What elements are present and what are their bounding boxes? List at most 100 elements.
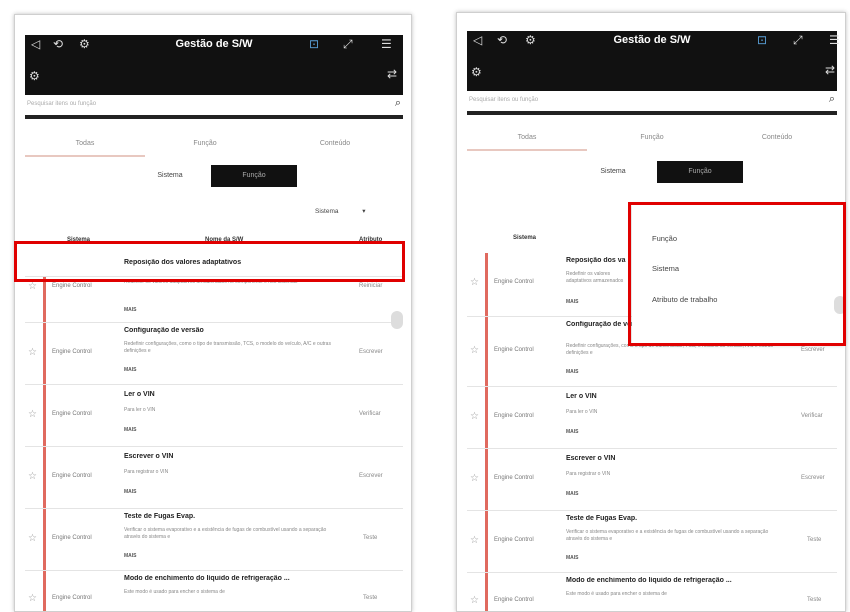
row-accent: [43, 509, 46, 570]
row-accent: [43, 323, 46, 384]
row-system: Engine Control: [494, 347, 534, 353]
tab-bar: Todas Função Conteúdo: [467, 125, 837, 151]
star-icon[interactable]: ☆: [470, 535, 479, 546]
tab-all[interactable]: Todas: [25, 131, 145, 157]
header-system[interactable]: Sistema: [513, 235, 536, 249]
more-link[interactable]: MAIS: [124, 489, 137, 495]
star-icon[interactable]: ☆: [28, 281, 37, 292]
row-type: Escrever: [359, 349, 383, 355]
more-link[interactable]: MAIS: [566, 299, 579, 305]
star-icon[interactable]: ☆: [28, 409, 37, 420]
app-title: Gestão de S/W: [613, 34, 691, 46]
row-desc: Para registrar o VIN: [566, 471, 611, 477]
star-icon[interactable]: ☆: [28, 593, 37, 604]
table-row[interactable]: ☆ Engine Control Redefinir os valores ad…: [25, 277, 403, 323]
more-link[interactable]: MAIS: [566, 429, 579, 435]
row-system: Engine Control: [494, 597, 534, 603]
more-link[interactable]: MAIS: [566, 555, 579, 561]
row-title: Modo de enchimento do líquido de refrige…: [566, 577, 732, 584]
star-icon[interactable]: ☆: [470, 595, 479, 606]
table-row[interactable]: ☆ Engine Control Teste de Fugas Evap. Ve…: [467, 511, 837, 573]
row-title: Configuração de versão: [124, 327, 204, 334]
row-desc: Verificar o sistema evaporativo e a exis…: [124, 527, 327, 540]
table-row[interactable]: ☆ Engine Control Escrever o VIN Para reg…: [467, 449, 837, 511]
segment-function[interactable]: Função: [657, 161, 743, 183]
row-system: Engine Control: [52, 595, 92, 601]
row-system: Engine Control: [52, 349, 92, 355]
more-link[interactable]: MAIS: [124, 307, 137, 313]
table-row[interactable]: ☆ Engine Control Configuração de versão …: [25, 323, 403, 385]
row-accent: [485, 511, 488, 572]
table-row[interactable]: ☆ Engine Control Ler o VIN Para ler o VI…: [467, 387, 837, 449]
row-system: Engine Control: [494, 537, 534, 543]
row-desc: Para ler o VIN: [124, 407, 156, 413]
sort-dropdown-value: Sistema: [315, 208, 339, 215]
segment-system[interactable]: Sistema: [581, 161, 645, 183]
star-icon[interactable]: ☆: [470, 473, 479, 484]
wifi-icon[interactable]: ⊡: [757, 33, 767, 47]
sidebar-icon[interactable]: ⚙: [29, 69, 40, 83]
wifi-icon[interactable]: ⊡: [309, 37, 319, 51]
row-title: Ler o VIN: [124, 391, 155, 398]
segment-system[interactable]: Sistema: [135, 165, 205, 187]
expand-icon[interactable]: ⤢: [343, 37, 353, 51]
expand-icon[interactable]: ⤢: [793, 33, 803, 47]
row-desc: Para ler o VIN: [566, 409, 598, 415]
row-title: Modo de enchimento do líquido de refrige…: [124, 575, 290, 582]
table-row[interactable]: ☆ Engine Control Escrever o VIN Para reg…: [25, 447, 403, 509]
row-type: Teste: [363, 535, 378, 541]
row-desc: Redefinir os valores adaptativos armazen…: [566, 271, 624, 284]
star-icon[interactable]: ☆: [470, 277, 479, 288]
row-accent: [485, 449, 488, 510]
top-bar: ◁ ⟲ ⚙ Gestão de S/W ⊡ ⤢ ☰ ⚙ ⇄: [467, 31, 840, 91]
tab-content[interactable]: Conteúdo: [275, 131, 395, 157]
row-system: Engine Control: [494, 475, 534, 481]
row-type: Teste: [807, 537, 822, 543]
tab-function[interactable]: Função: [145, 131, 265, 157]
row-type: Verificar: [801, 413, 823, 419]
search-bar[interactable]: Pesquisar itens ou função ⌕: [467, 91, 837, 115]
scrollbar-thumb[interactable]: [391, 311, 403, 329]
sort-dropdown[interactable]: Sistema ▾: [315, 207, 366, 215]
row-type: Teste: [363, 595, 378, 601]
more-link[interactable]: MAIS: [124, 427, 137, 433]
row-system: Engine Control: [52, 283, 92, 289]
row-system: Engine Control: [494, 413, 534, 419]
tab-content[interactable]: Conteúdo: [717, 125, 837, 151]
more-link[interactable]: MAIS: [124, 553, 137, 559]
row-type: Escrever: [801, 475, 825, 481]
row-accent: [485, 253, 488, 316]
star-icon[interactable]: ☆: [28, 471, 37, 482]
row-desc: Verificar o sistema evaporativo e a exis…: [566, 529, 769, 542]
row-accent: [485, 317, 488, 386]
star-icon[interactable]: ☆: [28, 347, 37, 358]
row-accent: [485, 387, 488, 448]
sidebar-icon[interactable]: ⚙: [471, 65, 482, 79]
table-row[interactable]: ☆ Engine Control Modo de enchimento do l…: [467, 573, 837, 611]
chevron-down-icon: ▾: [362, 208, 366, 215]
table-row[interactable]: ☆ Engine Control Teste de Fugas Evap. Ve…: [25, 509, 403, 571]
more-link[interactable]: MAIS: [566, 369, 579, 375]
table-row[interactable]: ☆ Engine Control Modo de enchimento do l…: [25, 571, 403, 611]
search-bar[interactable]: Pesquisar itens ou função ⌕: [25, 95, 403, 119]
more-link[interactable]: MAIS: [124, 367, 137, 373]
swap-icon[interactable]: ⇄: [387, 67, 397, 81]
menu-icon[interactable]: ☰: [381, 37, 392, 51]
tab-all[interactable]: Todas: [467, 125, 587, 151]
more-link[interactable]: MAIS: [566, 491, 579, 497]
search-placeholder: Pesquisar itens ou função: [27, 101, 97, 107]
swap-icon[interactable]: ⇄: [825, 63, 835, 77]
tab-function[interactable]: Função: [592, 125, 712, 151]
tab-bar: Todas Função Conteúdo: [25, 131, 403, 157]
row-accent: [43, 277, 46, 322]
table-row[interactable]: ☆ Engine Control Ler o VIN Para ler o VI…: [25, 385, 403, 447]
row-system: Engine Control: [52, 473, 92, 479]
search-icon[interactable]: ⌕: [829, 93, 835, 106]
segment-function[interactable]: Função: [211, 165, 297, 187]
star-icon[interactable]: ☆: [470, 411, 479, 422]
search-icon[interactable]: ⌕: [395, 97, 401, 110]
left-screen: ◁ ⟲ ⚙ Gestão de S/W ⊡ ⤢ ☰ ⚙ ⇄ Pesquisar …: [14, 14, 412, 612]
star-icon[interactable]: ☆: [28, 533, 37, 544]
star-icon[interactable]: ☆: [470, 345, 479, 356]
menu-icon[interactable]: ☰: [829, 33, 840, 47]
